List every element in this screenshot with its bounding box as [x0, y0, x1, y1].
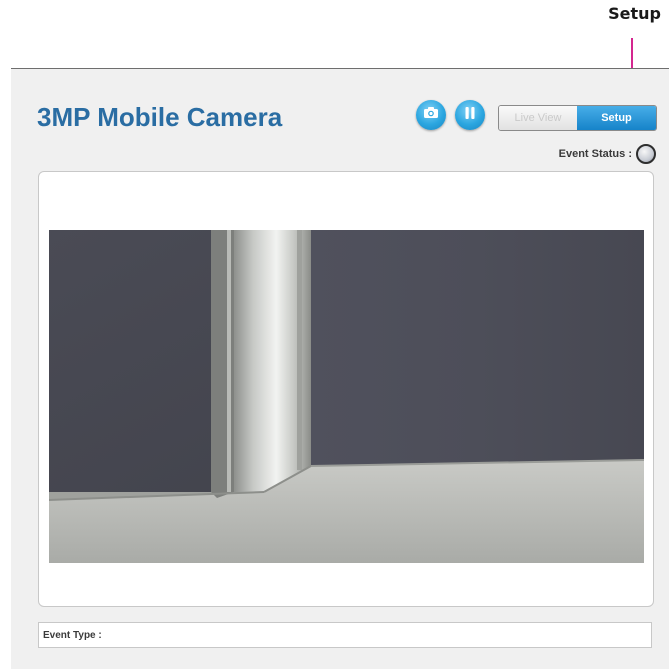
page-title: 3MP Mobile Camera: [37, 102, 283, 132]
setup-button[interactable]: Setup: [577, 106, 656, 130]
live-view-button[interactable]: Live View: [499, 106, 577, 130]
status-indicator-icon: [636, 144, 656, 164]
event-type-label: Event Type :: [43, 629, 102, 641]
snapshot-button[interactable]: [416, 100, 446, 130]
camera-panel: 3MP Mobile Camera Live View Setup Event …: [11, 68, 669, 669]
view-toggle: Live View Setup: [498, 105, 657, 131]
pause-button[interactable]: [455, 100, 485, 130]
pause-icon: [464, 106, 476, 125]
live-video-feed: [49, 230, 644, 563]
event-status: Event Status :: [559, 144, 656, 164]
event-status-label: Event Status :: [558, 148, 632, 160]
event-type-field: Event Type :: [38, 622, 652, 648]
camera-icon: [423, 106, 439, 124]
setup-callout-label: Setup: [608, 4, 661, 23]
video-frame: [38, 171, 654, 607]
